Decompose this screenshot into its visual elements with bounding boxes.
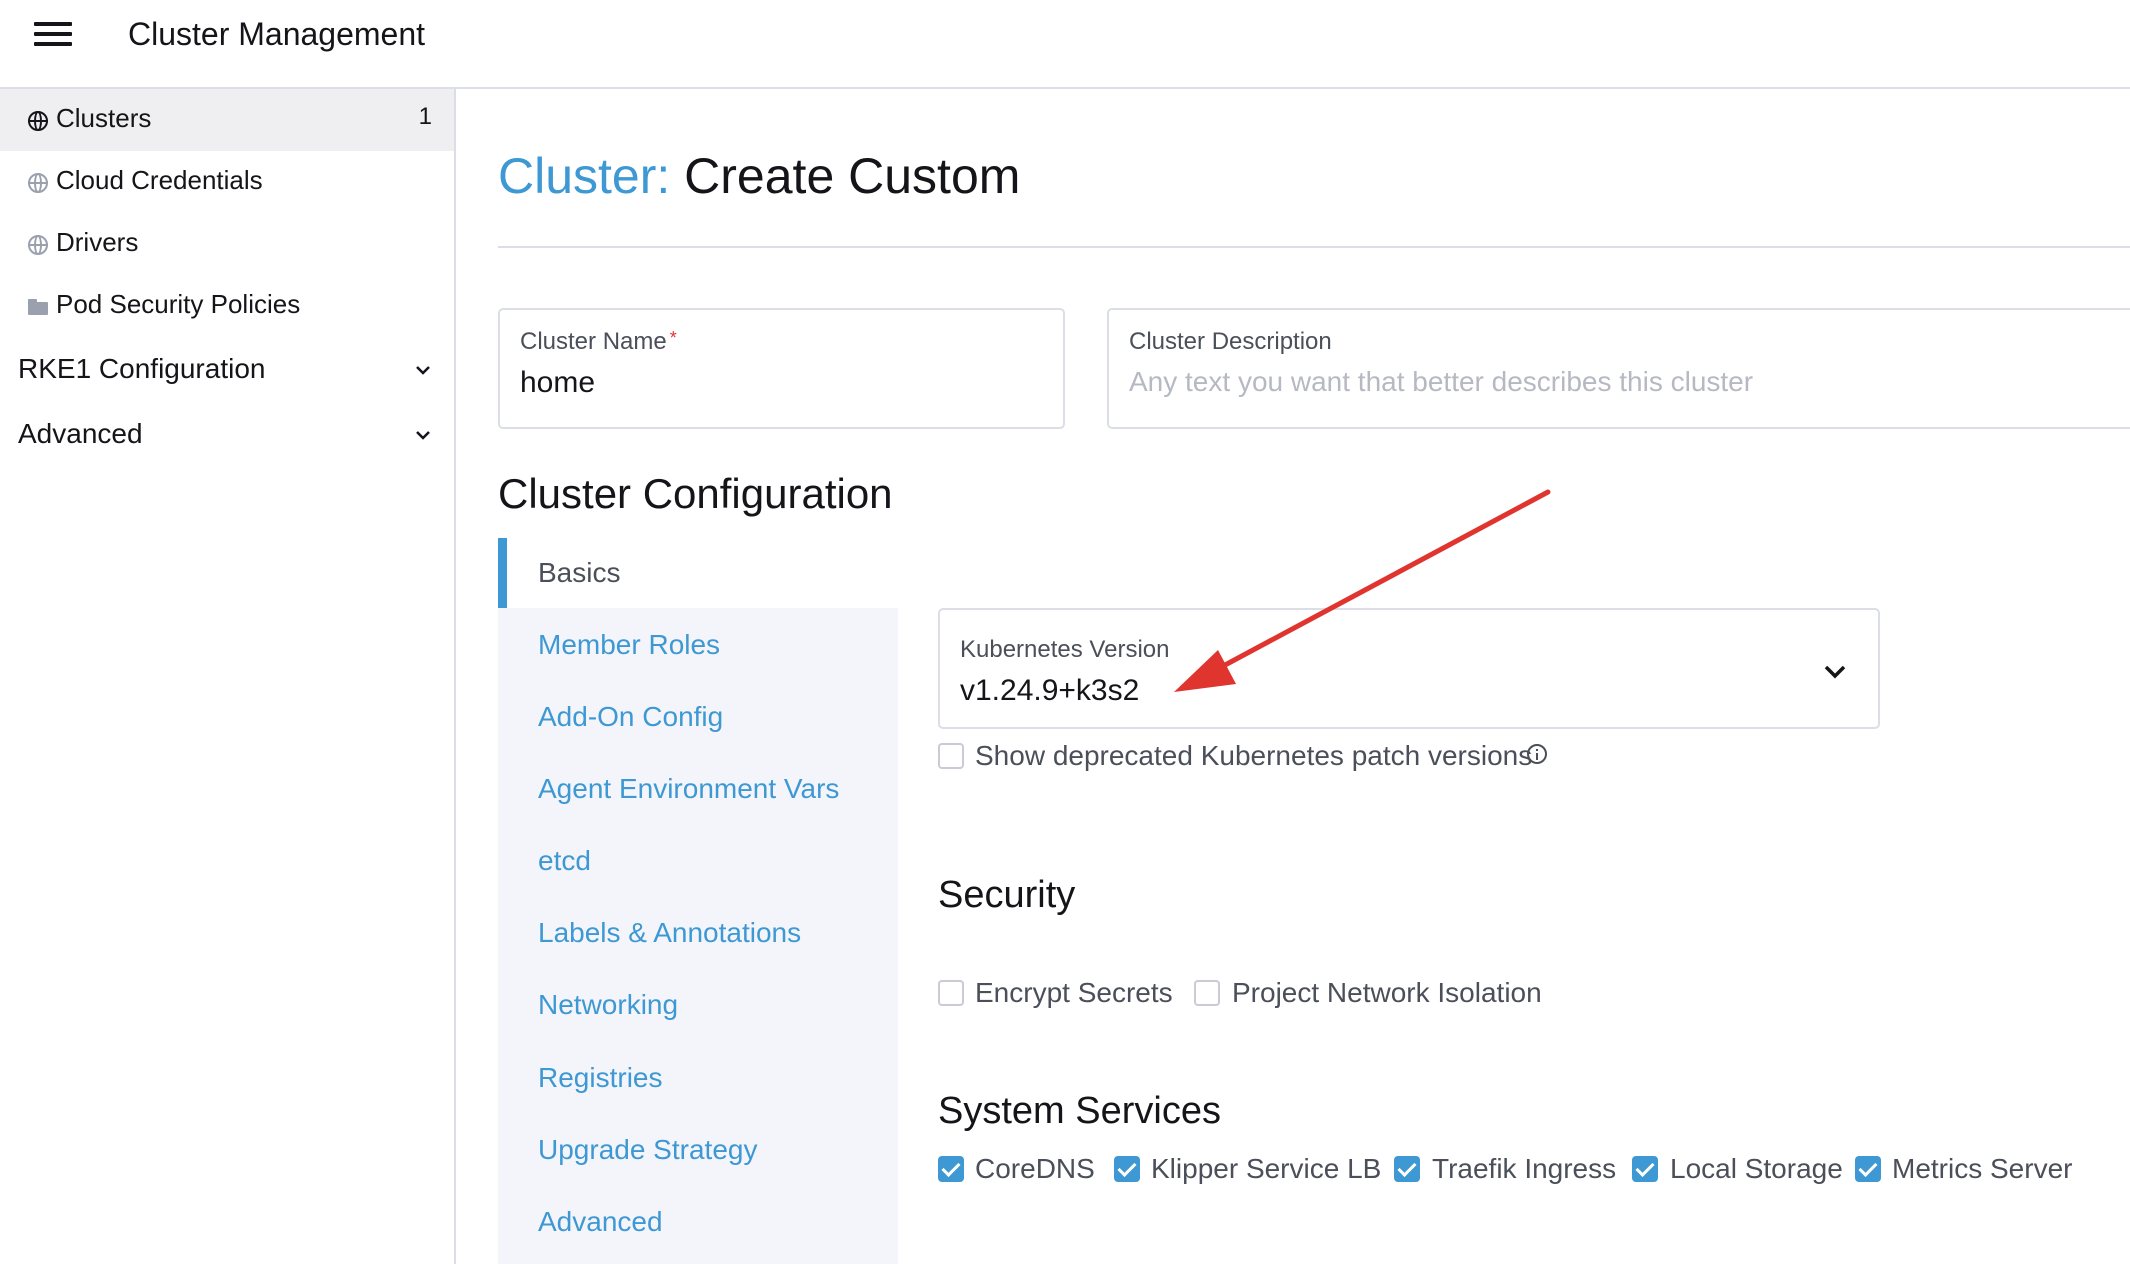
tab-upgrade-strategy[interactable]: Upgrade Strategy — [538, 1134, 757, 1166]
show-deprecated-label: Show deprecated Kubernetes patch version… — [975, 740, 1533, 771]
sidebar-group-rke1-configuration[interactable]: RKE1 Configuration — [0, 339, 454, 401]
traefik-ingress-checkbox[interactable] — [1394, 1156, 1420, 1182]
metrics-server-checkbox[interactable] — [1855, 1156, 1881, 1182]
kubernetes-version-value: v1.24.9+k3s2 — [960, 674, 1140, 707]
cluster-name-field[interactable]: Cluster Name * home — [498, 308, 1065, 429]
cluster-name-label: Cluster Name * — [520, 328, 677, 356]
kubernetes-version-label: Kubernetes Version — [960, 636, 1170, 663]
show-deprecated-checkbox[interactable] — [938, 743, 964, 769]
local-storage-checkbox[interactable] — [1632, 1156, 1658, 1182]
system-services-title: System Services — [938, 1090, 1221, 1132]
active-tab-indicator — [498, 538, 507, 608]
globe-icon — [28, 235, 48, 255]
tab-etcd[interactable]: etcd — [538, 845, 591, 877]
info-icon[interactable] — [1527, 744, 1547, 764]
cluster-description-label: Cluster Description — [1129, 328, 1332, 355]
sidebar-group-advanced[interactable]: Advanced — [0, 404, 454, 466]
chevron-down-icon — [416, 366, 430, 375]
coredns-label: CoreDNS — [975, 1153, 1095, 1184]
page-title-text: Create Custom — [684, 148, 1021, 204]
security-title: Security — [938, 874, 1076, 916]
cluster-description-field[interactable]: Cluster Description Any text you want th… — [1107, 308, 2130, 429]
traefik-ingress-label: Traefik Ingress — [1432, 1153, 1617, 1184]
sidebar-group-label: RKE1 Configuration — [18, 353, 266, 384]
globe-icon — [28, 111, 48, 131]
app-title: Cluster Management — [128, 16, 426, 52]
top-bar: Cluster Management — [0, 0, 2130, 89]
tab-labels-annotations[interactable]: Labels & Annotations — [538, 917, 801, 949]
sidebar-item-drivers[interactable]: Drivers — [0, 213, 454, 275]
tab-basics[interactable]: Basics — [538, 557, 620, 589]
divider — [498, 246, 2130, 248]
tab-advanced[interactable]: Advanced — [538, 1206, 663, 1238]
sidebar-item-clusters[interactable]: Clusters 1 — [0, 89, 454, 151]
tab-add-on-config[interactable]: Add-On Config — [538, 701, 723, 733]
page-title-prefix[interactable]: Cluster: — [498, 148, 670, 204]
tab-member-roles[interactable]: Member Roles — [538, 629, 720, 661]
page-title: Cluster: Create Custom — [498, 147, 1020, 205]
cluster-configuration-title: Cluster Configuration — [498, 470, 893, 517]
chevron-down-icon — [416, 431, 430, 440]
project-network-isolation-label: Project Network Isolation — [1232, 977, 1542, 1008]
cluster-name-input[interactable]: home — [520, 366, 595, 400]
encrypt-secrets-checkbox[interactable] — [938, 980, 964, 1006]
sidebar: Clusters 1 Cloud Credentials Drivers Pod… — [0, 89, 456, 1264]
cluster-description-input[interactable]: Any text you want that better describes … — [1129, 366, 1753, 398]
hamburger-menu-icon[interactable] — [34, 22, 72, 46]
metrics-server-label: Metrics Server — [1892, 1153, 2073, 1184]
tab-agent-environment-vars[interactable]: Agent Environment Vars — [538, 773, 839, 805]
folder-icon — [28, 297, 48, 317]
required-marker: * — [669, 328, 677, 348]
sidebar-group-label: Advanced — [18, 418, 143, 449]
clusters-count: 1 — [418, 103, 432, 130]
chevron-down-icon — [1824, 665, 1846, 679]
sidebar-item-label: Clusters — [56, 103, 152, 133]
project-network-isolation-checkbox[interactable] — [1194, 980, 1220, 1006]
sidebar-item-label: Pod Security Policies — [56, 289, 301, 319]
cluster-name-label-text: Cluster Name — [520, 328, 667, 355]
tab-networking[interactable]: Networking — [538, 989, 678, 1021]
coredns-checkbox[interactable] — [938, 1156, 964, 1182]
sidebar-item-label: Cloud Credentials — [56, 165, 263, 195]
sidebar-item-cloud-credentials[interactable]: Cloud Credentials — [0, 151, 454, 213]
annotation-arrow — [1174, 489, 1551, 692]
klipper-service-lb-label: Klipper Service LB — [1151, 1153, 1382, 1184]
sidebar-item-pod-security-policies[interactable]: Pod Security Policies — [0, 275, 454, 337]
klipper-service-lb-checkbox[interactable] — [1114, 1156, 1140, 1182]
tab-registries[interactable]: Registries — [538, 1062, 662, 1094]
encrypt-secrets-label: Encrypt Secrets — [975, 977, 1173, 1008]
globe-icon — [28, 173, 48, 193]
local-storage-label: Local Storage — [1670, 1153, 1843, 1184]
sidebar-item-label: Drivers — [56, 227, 139, 257]
